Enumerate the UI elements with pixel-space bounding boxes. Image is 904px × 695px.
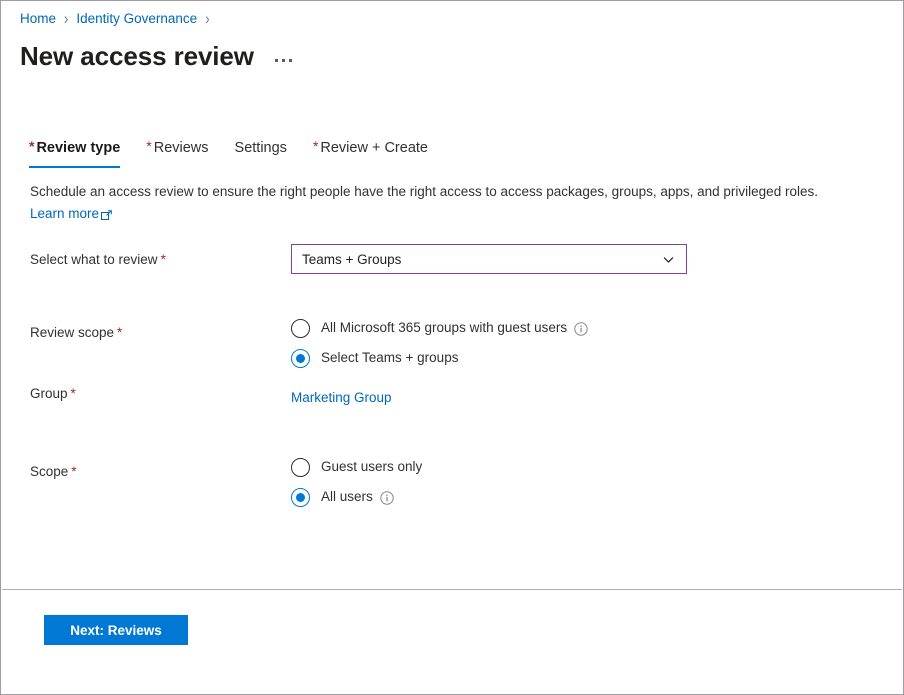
required-asterisk: * xyxy=(71,464,76,479)
radio-all-users[interactable]: All users xyxy=(291,482,904,512)
radio-select-teams-groups[interactable]: Select Teams + groups xyxy=(291,343,904,373)
footer-divider xyxy=(2,589,902,590)
review-type-form: Select what to review* Teams + Groups Re… xyxy=(1,244,904,522)
field-label: Group* xyxy=(1,384,291,404)
page-title: New access review xyxy=(20,39,254,73)
field-group: Group* Marketing Group xyxy=(1,384,904,452)
radio-label: All Microsoft 365 groups with guest user… xyxy=(321,318,567,338)
blade-description: Schedule an access review to ensure the … xyxy=(30,182,890,224)
required-asterisk: * xyxy=(313,138,318,154)
required-asterisk: * xyxy=(71,386,76,401)
selected-group-link[interactable]: Marketing Group xyxy=(291,388,392,408)
breadcrumb: Home › Identity Governance › xyxy=(20,10,218,28)
title-row: New access review xyxy=(20,39,294,73)
breadcrumb-item-identity-governance[interactable]: Identity Governance xyxy=(76,10,197,28)
radio-indicator-selected xyxy=(291,488,310,507)
tab-review-type[interactable]: *Review type xyxy=(29,137,120,168)
label-text: Group xyxy=(30,386,68,401)
tab-label: Review type xyxy=(36,140,120,156)
ellipsis-dot xyxy=(289,59,292,62)
label-text: Review scope xyxy=(30,325,114,340)
info-icon[interactable] xyxy=(574,322,588,336)
label-text: Select what to review xyxy=(30,252,158,267)
radio-indicator xyxy=(291,319,310,338)
dropdown-selected-value: Teams + Groups xyxy=(302,252,662,267)
radio-indicator xyxy=(291,458,310,477)
ellipsis-dot xyxy=(282,59,285,62)
tab-review-create[interactable]: *Review + Create xyxy=(313,137,428,168)
learn-more-label: Learn more xyxy=(30,204,99,224)
breadcrumb-item-home[interactable]: Home xyxy=(20,10,56,28)
field-control: Marketing Group xyxy=(291,384,904,408)
field-label: Review scope* xyxy=(1,302,291,343)
tab-label: Reviews xyxy=(154,140,209,156)
radio-all-m365-groups-with-guest-users[interactable]: All Microsoft 365 groups with guest user… xyxy=(291,313,904,343)
radio-group-scope: Guest users only All users xyxy=(291,452,904,512)
next-reviews-button[interactable]: Next: Reviews xyxy=(44,615,188,645)
radio-guest-users-only[interactable]: Guest users only xyxy=(291,452,904,482)
breadcrumb-separator-icon: › xyxy=(205,8,209,31)
radio-indicator-selected xyxy=(291,349,310,368)
radio-label: Select Teams + groups xyxy=(321,348,458,368)
field-select-what-to-review: Select what to review* Teams + Groups xyxy=(1,244,904,302)
external-link-icon xyxy=(101,207,112,218)
ellipsis-dot xyxy=(275,59,278,62)
learn-more-link[interactable]: Learn more xyxy=(30,204,112,224)
label-text: Scope xyxy=(30,464,68,479)
more-options-icon[interactable] xyxy=(273,53,294,68)
azure-portal-blade: Home › Identity Governance › New access … xyxy=(0,0,904,695)
tab-bar: *Review type *Reviews Settings *Review +… xyxy=(29,137,454,168)
field-label: Select what to review* xyxy=(1,244,291,270)
required-asterisk: * xyxy=(161,252,166,267)
tab-label: Review + Create xyxy=(320,140,428,156)
required-asterisk: * xyxy=(29,138,34,154)
tab-reviews[interactable]: *Reviews xyxy=(146,137,208,168)
description-text: Schedule an access review to ensure the … xyxy=(30,184,818,199)
field-review-scope: Review scope* All Microsoft 365 groups w… xyxy=(1,302,904,384)
field-label: Scope* xyxy=(1,452,291,482)
chevron-down-icon xyxy=(662,253,675,266)
tab-label: Settings xyxy=(235,140,287,156)
select-what-to-review-dropdown[interactable]: Teams + Groups xyxy=(291,244,687,274)
required-asterisk: * xyxy=(146,138,151,154)
field-control: Teams + Groups xyxy=(291,244,904,274)
tab-settings[interactable]: Settings xyxy=(235,138,287,168)
radio-label: Guest users only xyxy=(321,457,422,477)
radio-label: All users xyxy=(321,487,373,507)
radio-group-review-scope: All Microsoft 365 groups with guest user… xyxy=(291,302,904,373)
required-asterisk: * xyxy=(117,325,122,340)
info-icon[interactable] xyxy=(380,491,394,505)
breadcrumb-separator-icon: › xyxy=(64,8,68,31)
field-scope: Scope* Guest users only All users xyxy=(1,452,904,522)
